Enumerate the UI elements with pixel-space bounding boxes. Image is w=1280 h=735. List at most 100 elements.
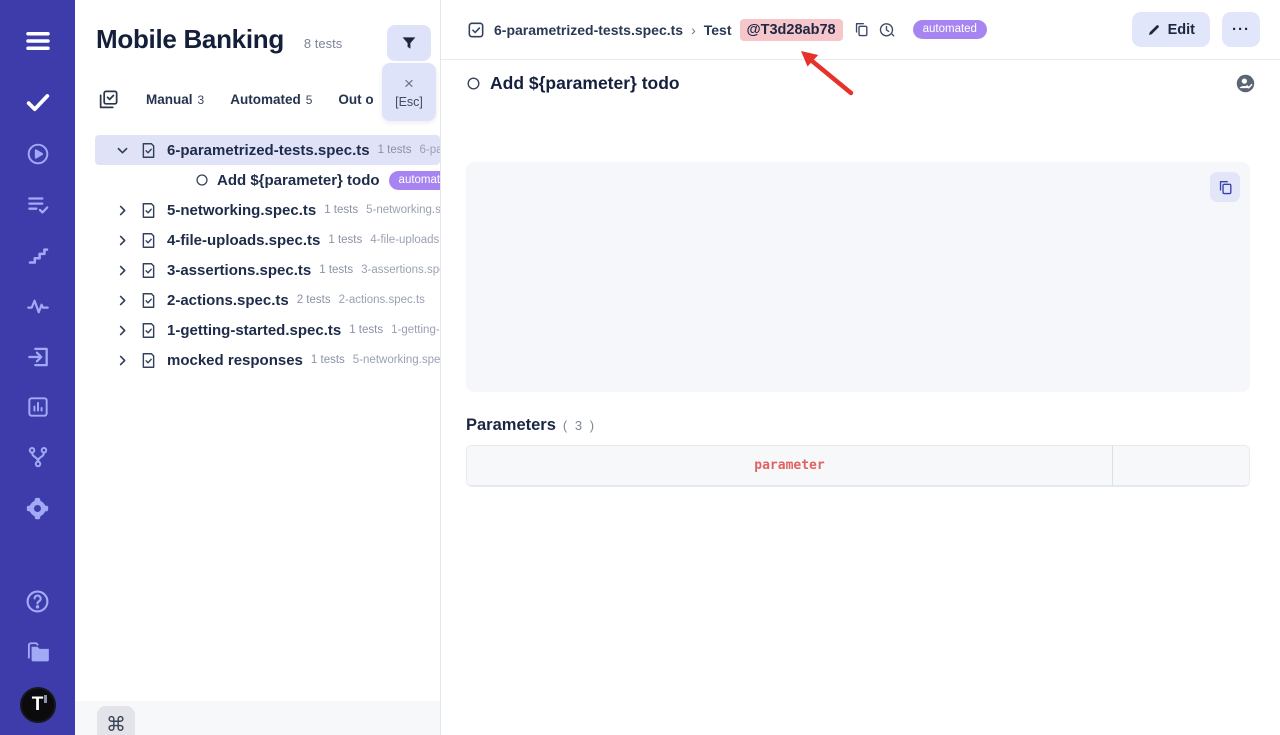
tree-item-count: 1 tests (349, 324, 383, 336)
sidebar-gear-icon[interactable] (24, 495, 51, 522)
tree-item-name: 5-networking.spec.ts (167, 202, 316, 219)
tree-item-count: 2 tests (297, 294, 331, 306)
breadcrumb-file[interactable]: 6-parametrized-tests.spec.ts (494, 22, 683, 38)
filter-button[interactable] (387, 25, 431, 61)
chevron-right-icon[interactable] (115, 323, 130, 338)
project-title: Mobile Banking (96, 24, 284, 55)
tree-item-3-assertions-spec-ts[interactable]: 3-assertions.spec.ts1 tests3-assertions.… (95, 255, 440, 285)
tree-item-mocked-responses[interactable]: mocked responses 1 tests 5-networking.spec… (95, 345, 440, 375)
sidebar-stairs-icon[interactable] (26, 243, 50, 267)
file-check-icon (139, 201, 158, 220)
file-check-icon (139, 261, 158, 280)
filter-tab-label: Automated (230, 92, 301, 107)
tree-item-name: 6-parametrized-tests.spec.ts (167, 142, 370, 159)
assignee-avatar-icon[interactable] (1235, 73, 1256, 94)
chev-right-icon (115, 203, 130, 218)
filter-tab-label: Out o (338, 92, 373, 107)
file-check-icon (139, 351, 158, 370)
tree-item-name: mocked responses (167, 352, 303, 369)
command-icon: ⌘ (106, 712, 126, 735)
chev-right-icon (115, 263, 130, 278)
breadcrumb-test-label: Test (704, 22, 732, 38)
tree-test-name: Add ${parameter} todo (217, 172, 380, 189)
help-circle-icon (24, 588, 51, 615)
parameters-section: Parameters ( 3 ) parameter (466, 416, 1250, 487)
tree-item-1-getting-started-spec-ts[interactable]: 1-getting-started.spec.ts1 tests1-gettin… (95, 315, 440, 345)
tree-item-suffix: 5-networking.spec. (366, 204, 440, 216)
tree-item-4-file-uploads-spec-ts[interactable]: 4-file-uploads.spec.ts1 tests4-file-uplo… (95, 225, 440, 255)
tree-item-suffix: 6-param (419, 144, 440, 156)
tree-item-count: 1 tests (311, 354, 345, 366)
file-check-icon (139, 141, 158, 160)
sidebar-menu-icon[interactable] (23, 26, 53, 56)
tree-item-name: 2-actions.spec.ts (167, 292, 289, 309)
sidebar-bar-chart-icon[interactable] (25, 394, 51, 420)
file-check-icon (139, 141, 158, 160)
select-all-icon[interactable] (97, 88, 120, 111)
task-check-icon (466, 20, 486, 40)
time-alert-icon[interactable] (878, 21, 896, 39)
parameters-table-header: parameter (467, 446, 1249, 486)
more-button[interactable]: ··· (1222, 12, 1260, 47)
tree-item-6-parametrized-tests-spec-ts[interactable]: 6-parametrized-tests.spec.ts 1 tests 6-par… (95, 135, 440, 165)
filter-tab-automated[interactable]: Automated 5 (230, 92, 312, 107)
tree-item-name: 3-assertions.spec.ts (167, 262, 311, 279)
close-icon[interactable]: × (404, 75, 414, 92)
filter-tab-count: 5 (306, 93, 313, 107)
sidebar-check-icon[interactable] (24, 88, 52, 116)
pencil-icon (1147, 23, 1161, 37)
tree-item-2-actions-spec-ts[interactable]: 2-actions.spec.ts2 tests2-actions.spec.t… (95, 285, 440, 315)
automated-badge: automated (913, 20, 987, 39)
chevron-right-icon[interactable] (115, 293, 130, 308)
file-check-icon (139, 291, 158, 310)
tree-item-5-networking-spec-ts[interactable]: 5-networking.spec.ts1 tests5-networking.… (95, 195, 440, 225)
chev-right-icon (115, 293, 130, 308)
breadcrumb: 6-parametrized-tests.spec.ts › Test @T3d… (466, 19, 987, 41)
app-root: T Mobile Banking 8 tests × [Esc] Manual3… (0, 0, 1280, 735)
chevron-down-icon[interactable] (115, 143, 130, 158)
chevron-right-icon[interactable] (115, 353, 130, 368)
folder-icon (24, 638, 52, 666)
tree-item-suffix: 5-networking.spec.ts (353, 354, 440, 366)
play-circle-icon (25, 141, 51, 167)
filter-tab-manual[interactable]: Manual3 (146, 92, 204, 107)
tree-test-item[interactable]: Add ${parameter} todo automated (95, 165, 440, 195)
testomat-logo[interactable]: T (20, 687, 56, 723)
test-title-row: Add ${parameter} todo (441, 60, 1280, 106)
file-check-icon (139, 321, 158, 340)
sidebar-help-circle-icon[interactable] (24, 588, 51, 615)
sidebar-pulse-icon[interactable] (25, 293, 51, 319)
copy-icon (1217, 179, 1234, 196)
edit-button-label: Edit (1168, 22, 1195, 38)
sidebar-folder-icon[interactable] (24, 638, 52, 666)
sidebar-play-circle-icon[interactable] (25, 141, 51, 167)
filter-tab-out-o[interactable]: Out o (338, 92, 373, 107)
copy-test-id-icon[interactable] (853, 21, 870, 38)
spec-tree: 6-parametrized-tests.spec.ts 1 tests 6-par… (75, 135, 440, 375)
copy-code-button[interactable] (1210, 172, 1240, 202)
panel-bottom-bar: ⌘ (75, 701, 440, 735)
file-check-icon (139, 321, 158, 340)
chevron-right-icon[interactable] (115, 203, 130, 218)
edit-button[interactable]: Edit (1132, 12, 1210, 47)
tree-item-name: 1-getting-started.spec.ts (167, 322, 341, 339)
command-key-button[interactable]: ⌘ (97, 706, 135, 735)
automated-badge: automated (389, 171, 441, 190)
chevron-right-icon[interactable] (115, 233, 130, 248)
main-content: 6-parametrized-tests.spec.ts › Test @T3d… (441, 0, 1280, 735)
tree-item-suffix: 3-assertions.spec.ts (361, 264, 440, 276)
icon-sidebar: T (0, 0, 75, 735)
sidebar-git-branch-icon[interactable] (25, 444, 51, 470)
sidebar-sign-in-icon[interactable] (25, 344, 51, 370)
sidebar-list-check-icon[interactable] (25, 192, 51, 218)
chevron-right-icon[interactable] (115, 263, 130, 278)
file-check-icon (139, 291, 158, 310)
file-check-icon (139, 261, 158, 280)
test-id-highlight[interactable]: @T3d28ab78 (740, 19, 843, 41)
menu-icon (23, 26, 53, 56)
tree-item-count: 1 tests (378, 144, 412, 156)
parameter-column-header: parameter (467, 446, 1113, 485)
bar-chart-icon (25, 394, 51, 420)
chev-right-icon (115, 233, 130, 248)
chev-right-icon (115, 323, 130, 338)
